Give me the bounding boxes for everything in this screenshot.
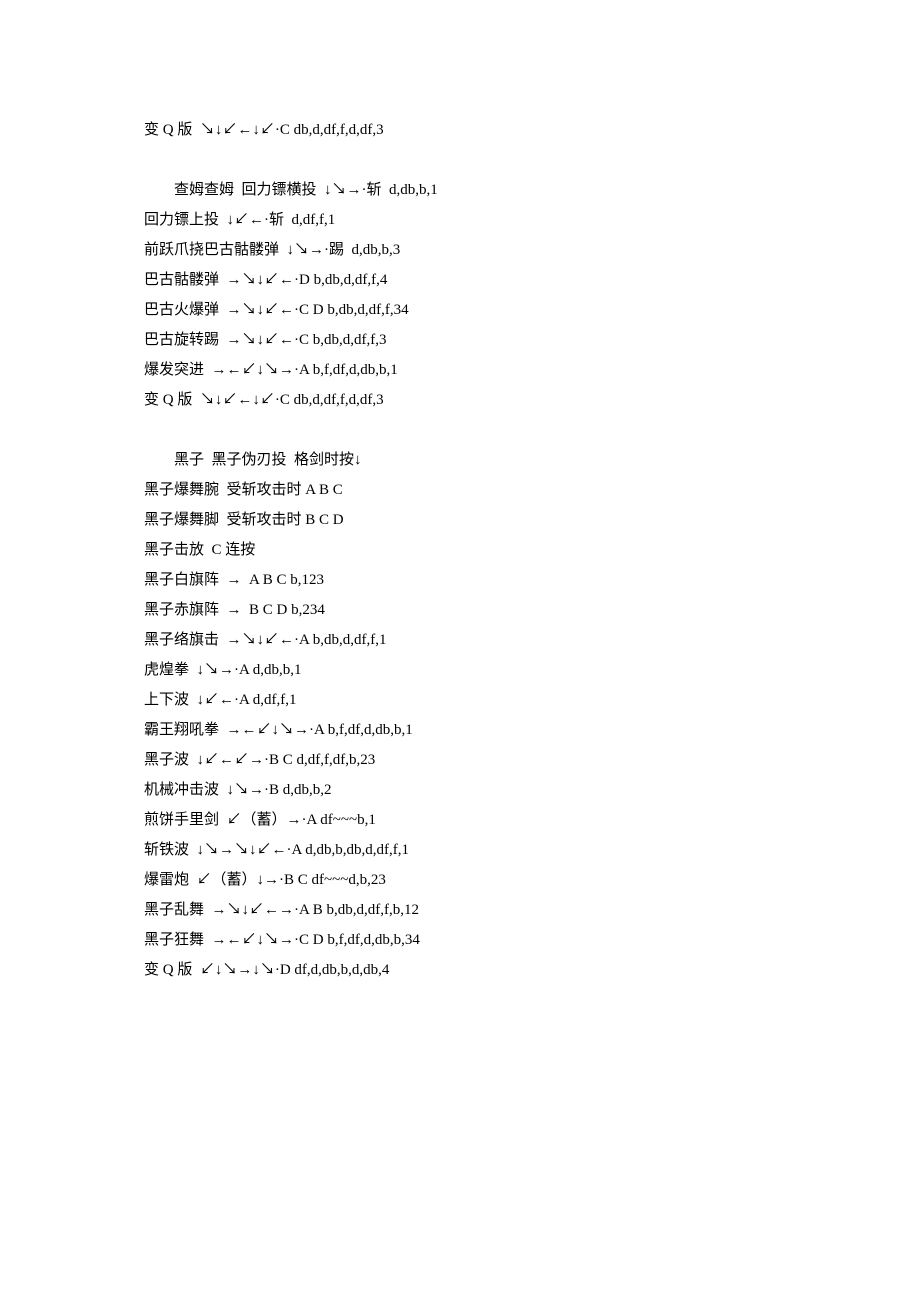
move-line: 巴古火爆弹 →↘↓↙←·C D b,db,d,df,f,34: [144, 295, 784, 325]
blank-line: [144, 415, 784, 445]
move-line: 爆发突进 →←↙↓↘→·A b,f,df,d,db,b,1: [144, 355, 784, 385]
move-line: 黑子击放 C 连按: [144, 535, 784, 565]
move-line: 机械冲击波 ↓↘→·B d,db,b,2: [144, 775, 784, 805]
move-line: 黑子赤旗阵 → B C D b,234: [144, 595, 784, 625]
move-line: 爆雷炮 ↙（蓄）↓→·B C df~~~d,b,23: [144, 865, 784, 895]
move-line: 煎饼手里剑 ↙（蓄）→·A df~~~b,1: [144, 805, 784, 835]
move-line: 回力镖上投 ↓↙←·斩 d,df,f,1: [144, 205, 784, 235]
move-line: 巴古旋转踢 →↘↓↙←·C b,db,d,df,f,3: [144, 325, 784, 355]
move-line: 斩铁波 ↓↘→↘↓↙←·A d,db,b,db,d,df,f,1: [144, 835, 784, 865]
move-line: 黑子络旗击 →↘↓↙←·A b,db,d,df,f,1: [144, 625, 784, 655]
blank-line: [144, 145, 784, 175]
move-line: 虎煌拳 ↓↘→·A d,db,b,1: [144, 655, 784, 685]
move-line: 黑子爆舞腕 受斩攻击时 A B C: [144, 475, 784, 505]
move-line: 黑子波 ↓↙←↙→·B C d,df,f,df,b,23: [144, 745, 784, 775]
section-header: 黑子 黑子伪刃投 格剑时按↓: [144, 445, 784, 475]
move-line: 变 Q 版 ↘↓↙←↓↙·C db,d,df,f,d,df,3: [144, 115, 784, 145]
move-line: 黑子爆舞脚 受斩攻击时 B C D: [144, 505, 784, 535]
move-line: 上下波 ↓↙←·A d,df,f,1: [144, 685, 784, 715]
move-line: 黑子乱舞 →↘↓↙←→·A B b,db,d,df,f,b,12: [144, 895, 784, 925]
move-line: 变 Q 版 ↘↓↙←↓↙·C db,d,df,f,d,df,3: [144, 385, 784, 415]
move-line: 黑子狂舞 →←↙↓↘→·C D b,f,df,d,db,b,34: [144, 925, 784, 955]
move-line: 黑子白旗阵 → A B C b,123: [144, 565, 784, 595]
move-line: 变 Q 版 ↙↓↘→↓↘·D df,d,db,b,d,db,4: [144, 955, 784, 985]
section-header: 查姆查姆 回力镖横投 ↓↘→·斩 d,db,b,1: [144, 175, 784, 205]
move-line: 霸王翔吼拳 →←↙↓↘→·A b,f,df,d,db,b,1: [144, 715, 784, 745]
document-content: 变 Q 版 ↘↓↙←↓↙·C db,d,df,f,d,df,3 查姆查姆 回力镖…: [144, 115, 784, 985]
move-line: 巴古骷髅弹 →↘↓↙←·D b,db,d,df,f,4: [144, 265, 784, 295]
move-line: 前跃爪挠巴古骷髅弹 ↓↘→·踢 d,db,b,3: [144, 235, 784, 265]
